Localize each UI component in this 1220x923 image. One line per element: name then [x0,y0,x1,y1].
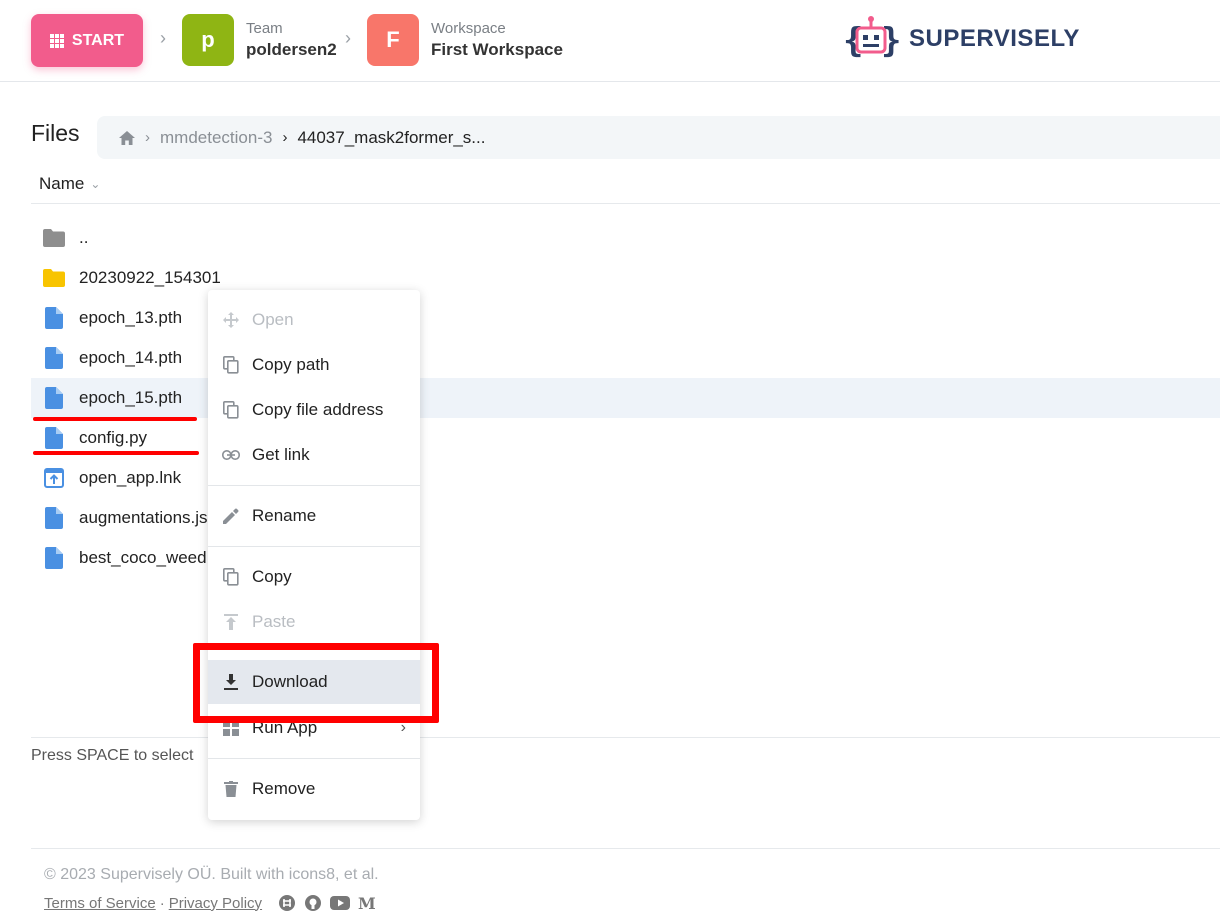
menu-item-paste[interactable]: Paste [208,600,420,644]
copyright-text: © 2023 Supervisely OÜ. Built with icons8… [44,866,379,883]
column-header-name[interactable]: Name ⌄ [39,174,100,194]
breadcrumb-item[interactable]: mmdetection-3 [160,128,272,148]
menu-item-remove[interactable]: Remove [208,767,420,811]
team-name[interactable]: poldersen2 [246,40,337,60]
list-item-label: best_coco_weed [79,548,207,567]
list-item-label: epoch_15.pth [79,388,183,407]
menu-item-copy-file-address[interactable]: Copy file address [208,388,420,432]
folder-gray-icon [43,227,65,249]
file-icon [43,427,65,449]
divider [31,848,1220,849]
github-icon[interactable] [304,894,322,912]
team-caption: Team [246,20,283,37]
menu-item-open[interactable]: Open [208,298,420,342]
home-icon[interactable] [119,130,135,145]
menu-item-label: Open [252,310,294,329]
workspace-avatar-letter: F [386,27,400,52]
menu-divider [208,546,420,547]
page-title: Files [31,120,80,146]
menu-item-label: Copy [252,567,292,586]
annotation-underline [33,451,199,455]
supervisely-logo[interactable]: { } SUPERVISELY [843,14,1080,64]
menu-item-get-link[interactable]: Get link [208,433,420,477]
list-item-label: augmentations.js [79,508,208,527]
menu-item-label: Remove [252,779,316,798]
menu-item-label: Copy file address [252,400,384,419]
medium-icon[interactable]: M [358,895,376,911]
robot-logo-icon: { } [843,16,899,61]
copy-icon [222,401,240,419]
move-icon [222,311,240,329]
link-icon [222,446,240,464]
list-item-label: config.py [79,428,148,447]
context-menu: Open Copy path Copy file address Get lin… [208,290,420,820]
start-label: START [71,31,125,49]
pencil-icon [222,507,240,525]
menu-item-label: Paste [252,612,296,631]
svg-text:M: M [358,895,376,911]
privacy-link[interactable]: Privacy Policy [169,895,262,912]
copy-icon [222,356,240,374]
list-item[interactable]: .. [31,218,1220,258]
menu-divider [208,485,420,486]
social-links: M [278,894,376,912]
file-icon [43,507,65,529]
chevron-right-icon: › [160,28,166,48]
footer-links: Terms of Service · Privacy Policy M [44,894,376,912]
selection-hint: Press SPACE to select [31,747,194,764]
footer-separator: · [159,894,165,912]
chevron-right-icon: › [145,129,150,146]
menu-item-copy[interactable]: Copy [208,555,420,599]
chevron-right-icon: › [345,28,351,48]
trash-icon [222,780,240,798]
menu-item-copy-path[interactable]: Copy path [208,343,420,387]
grid-icon [49,33,64,48]
workspace-avatar[interactable]: F [367,14,419,66]
workspace-caption: Workspace [431,20,506,37]
menu-item-rename[interactable]: Rename [208,494,420,538]
folder-yellow-icon [43,267,65,289]
terms-link[interactable]: Terms of Service [44,895,156,912]
youtube-icon[interactable] [330,895,351,911]
file-icon [43,307,65,329]
list-item-label: epoch_14.pth [79,348,183,367]
start-button[interactable]: START [31,14,143,67]
file-icon [43,387,65,409]
team-avatar[interactable]: p [182,14,234,66]
workspace-name[interactable]: First Workspace [431,40,563,60]
breadcrumb-current: 44037_mask2former_s... [297,127,486,147]
menu-item-label: Get link [252,445,310,464]
annotation-highlight-box [193,643,439,723]
menu-divider [208,758,420,759]
list-item-label: 20230922_154301 [79,268,221,287]
list-item-label: epoch_13.pth [79,308,183,327]
list-item-label: .. [79,228,89,247]
chevron-down-icon: ⌄ [90,177,101,191]
breadcrumb: › mmdetection-3 › 44037_mask2former_s... [97,116,1220,159]
column-header-label: Name [39,174,85,193]
divider [31,203,1220,204]
list-item-label: open_app.lnk [79,468,182,487]
paste-icon [222,613,240,631]
top-header: START › p Team poldersen2 › F Workspace … [0,0,1220,82]
copy-icon [222,568,240,586]
chevron-right-icon: › [282,129,288,146]
file-icon [43,547,65,569]
file-icon [43,347,65,369]
slack-icon[interactable] [278,894,296,912]
app-link-icon [43,467,65,489]
menu-item-label: Rename [252,506,317,525]
annotation-underline [33,417,197,421]
brand-name: SUPERVISELY [909,25,1080,52]
team-avatar-letter: p [201,27,215,52]
menu-item-label: Copy path [252,355,330,374]
